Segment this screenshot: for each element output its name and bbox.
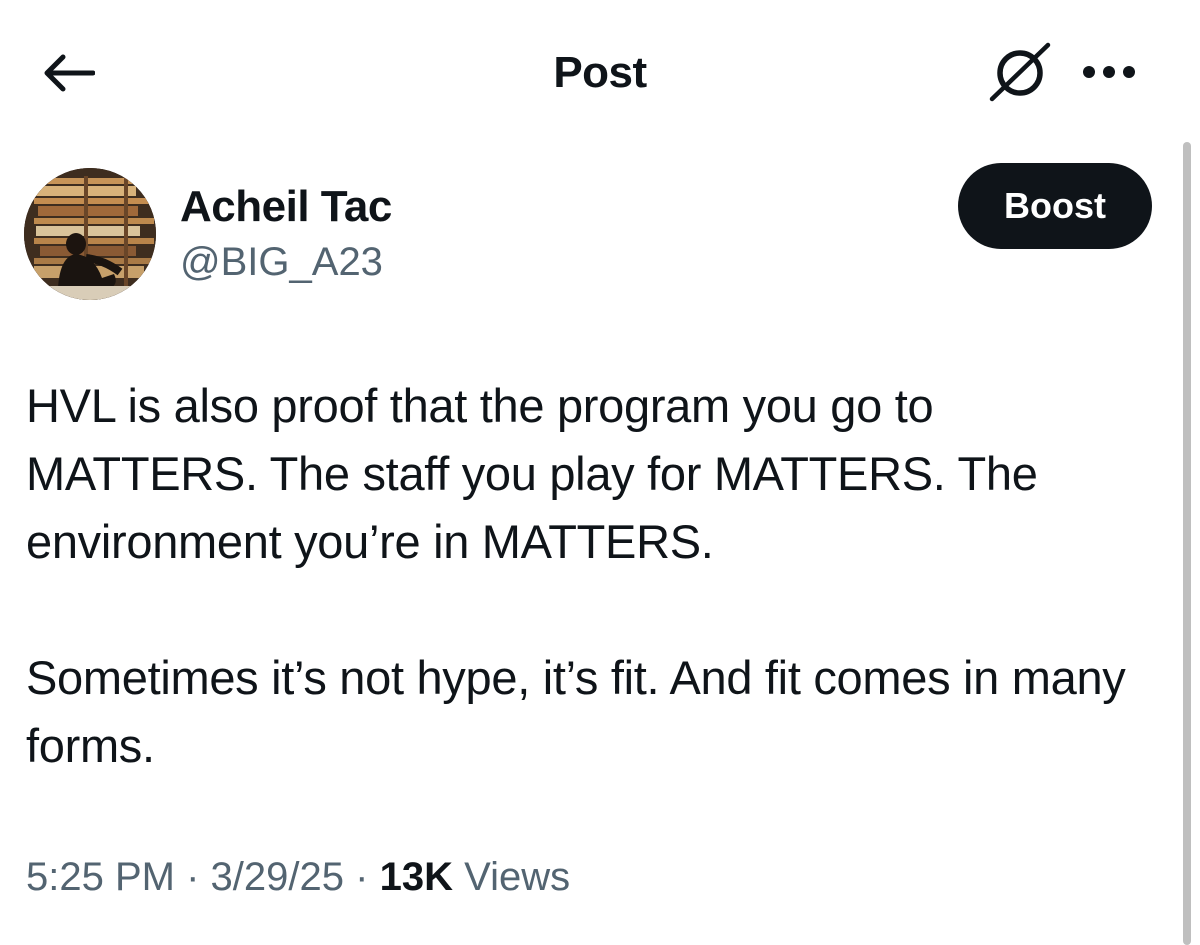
top-bar: Post	[0, 0, 1200, 140]
more-options-button[interactable]	[1076, 50, 1142, 94]
views-count[interactable]: 13K	[380, 855, 453, 899]
author-handle[interactable]: @BIG_A23	[180, 240, 383, 285]
post-text: HVL is also proof that the program you g…	[26, 372, 1146, 780]
grok-button[interactable]	[986, 40, 1054, 104]
post-time[interactable]: 5:25 PM	[26, 855, 175, 899]
post-date[interactable]: 3/29/25	[211, 855, 344, 899]
boost-button[interactable]: Boost	[958, 163, 1152, 249]
post-paragraph: Sometimes it’s not hype, it’s fit. And f…	[26, 651, 1126, 772]
views-label: Views	[464, 855, 571, 899]
more-horizontal-icon	[1083, 66, 1135, 78]
scrollbar[interactable]	[1183, 142, 1191, 945]
meta-separator: ·	[186, 855, 200, 899]
avatar-image	[24, 168, 156, 300]
post-meta: 5:25 PM · 3/29/25 · 13K Views	[26, 855, 570, 900]
author-name[interactable]: Acheil Tac	[180, 182, 392, 232]
meta-separator: ·	[355, 855, 369, 899]
grok-icon	[989, 42, 1051, 102]
post-detail-screen: Post Acheil Tac @BIG_A23 Boost HVL is al…	[0, 0, 1200, 945]
post-paragraph: HVL is also proof that the program you g…	[26, 379, 1038, 568]
avatar[interactable]	[24, 168, 156, 300]
